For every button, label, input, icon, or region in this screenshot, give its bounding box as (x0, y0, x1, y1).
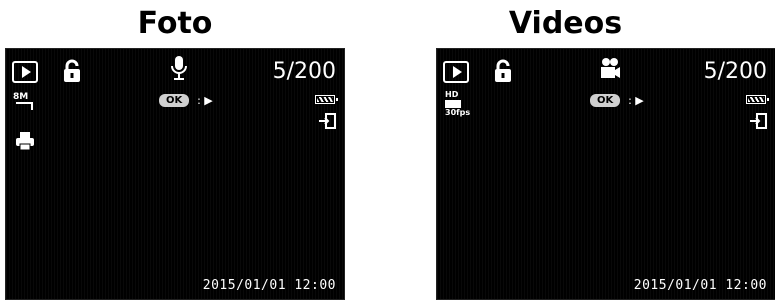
lock-icon (495, 59, 511, 82)
battery-icon (746, 95, 769, 104)
ok-play-arrow: : ▶ (628, 94, 644, 107)
resolution-label: 8M (13, 92, 29, 102)
photo-panel-title: Foto (137, 6, 213, 41)
ok-play-hint: OK : ▶ (159, 93, 213, 107)
timestamp: 2015/01/01 12:00 (633, 278, 767, 293)
ok-play-arrow: : ▶ (197, 94, 213, 107)
image-counter: 5/200 (703, 59, 767, 84)
print-icon (16, 132, 34, 151)
video-panel-title: Videos (508, 6, 623, 41)
playback-icon[interactable] (443, 61, 469, 83)
resolution-icon: 8M (13, 93, 33, 110)
timestamp: 2015/01/01 12:00 (202, 278, 336, 293)
video-screen: 5/200 HD 30fps OK : ▶ 2015/01/01 12:00 (436, 48, 775, 300)
video-resolution-label: HD (445, 90, 459, 99)
video-fps-label: 30fps (445, 108, 471, 117)
video-panel: Videos 5/200 HD 30fps OK : ▶ 2015/01/01 … (436, 0, 775, 300)
lock-icon (64, 59, 80, 82)
ok-button[interactable]: OK (159, 94, 190, 107)
ok-play-hint: OK : ▶ (590, 93, 644, 107)
photo-panel: Foto 5/200 8M OK : ▶ 2015/01/01 12:00 (5, 0, 345, 300)
video-camera-icon (601, 58, 620, 78)
playback-icon[interactable] (12, 61, 38, 83)
image-counter: 5/200 (272, 59, 336, 84)
transfer-icon (319, 113, 336, 129)
transfer-icon (750, 113, 767, 129)
ok-button[interactable]: OK (590, 94, 621, 107)
photo-screen: 5/200 8M OK : ▶ 2015/01/01 12:00 (5, 48, 345, 300)
microphone-icon (171, 56, 187, 80)
video-resolution-icon: HD 30fps (445, 91, 470, 117)
battery-icon (315, 95, 338, 104)
